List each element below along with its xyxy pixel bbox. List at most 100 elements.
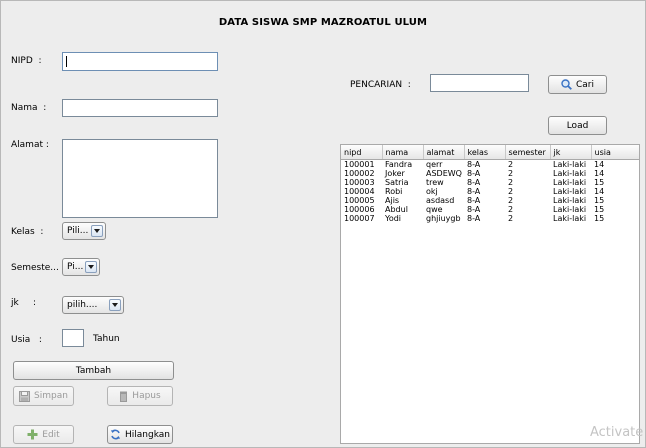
table-cell: 8-A	[467, 205, 481, 214]
hilangkan-button[interactable]: Hilangkan	[107, 425, 173, 444]
table-header-row: nipd nama alamat kelas semester jk usia	[341, 145, 639, 160]
activate-windows-watermark: Activate W	[590, 425, 646, 440]
nipd-label: NIPD :	[11, 56, 42, 66]
table-cell: 100007	[344, 214, 375, 223]
table-cell: 2	[508, 178, 514, 187]
cari-label: Cari	[576, 79, 594, 90]
usia-input[interactable]	[62, 329, 84, 347]
jk-selected: pilih....	[67, 300, 98, 310]
tahun-label: Tahun	[93, 334, 120, 344]
jk-label: jk :	[11, 298, 37, 308]
table-cell: 100002	[344, 169, 375, 178]
table-cell: 100003	[344, 178, 375, 187]
trash-icon	[120, 391, 128, 402]
table-cell: Laki-laki	[553, 205, 587, 214]
table-row[interactable]: 100005 Ajis asdasd 8-A 2 Laki-laki 15	[341, 196, 639, 205]
search-icon	[561, 79, 572, 90]
table-cell: 2	[508, 169, 514, 178]
kelas-selected: Pili...	[67, 226, 89, 236]
hapus-button[interactable]: Hapus	[107, 386, 173, 406]
table-row[interactable]: 100004 Robi okj 8-A 2 Laki-laki 14	[341, 187, 639, 196]
table-cell: asdasd	[426, 196, 455, 205]
table-cell: 14	[594, 160, 605, 169]
simpan-label: Simpan	[34, 391, 68, 401]
table-row[interactable]: 100002 Joker ASDEWQ 8-A 2 Laki-laki 14	[341, 169, 639, 178]
tambah-button[interactable]: Tambah	[13, 361, 174, 380]
table-cell: 8-A	[467, 160, 481, 169]
chevron-down-icon[interactable]	[91, 225, 103, 237]
table-cell: 100001	[344, 160, 375, 169]
column-header[interactable]: kelas	[464, 145, 506, 160]
usia-label: Usia :	[11, 335, 42, 345]
table-cell: 8-A	[467, 169, 481, 178]
jk-select[interactable]: pilih....	[62, 296, 124, 314]
nipd-input[interactable]	[62, 52, 218, 71]
table-cell: 2	[508, 160, 514, 169]
column-header[interactable]: nipd	[341, 145, 383, 160]
table-cell: Satria	[385, 178, 409, 187]
table-cell: 2	[508, 196, 514, 205]
column-header[interactable]: semester	[505, 145, 551, 160]
floppy-disk-icon	[19, 390, 31, 402]
table-cell: 100004	[344, 187, 375, 196]
edit-button[interactable]: Edit	[13, 425, 74, 444]
table-row[interactable]: 100006 Abdul qwe 8-A 2 Laki-laki 15	[341, 205, 639, 214]
table-cell: 15	[594, 205, 605, 214]
table-cell: 2	[508, 187, 514, 196]
table-cell: 8-A	[467, 178, 481, 187]
table-cell: 8-A	[467, 214, 481, 223]
text-caret	[66, 56, 67, 67]
table-cell: ghjiuygb	[426, 214, 461, 223]
nama-label: Nama :	[11, 103, 47, 113]
column-header[interactable]: jk	[550, 145, 592, 160]
table-row[interactable]: 100007 Yodi ghjiuygb 8-A 2 Laki-laki 15	[341, 214, 639, 223]
column-header[interactable]: nama	[382, 145, 424, 160]
table-cell: 15	[594, 214, 605, 223]
semester-select[interactable]: Pi...	[62, 258, 100, 276]
cari-button[interactable]: Cari	[548, 75, 607, 94]
table-cell: 2	[508, 205, 514, 214]
table-cell: Laki-laki	[553, 196, 587, 205]
kelas-select[interactable]: Pili...	[62, 222, 106, 240]
table-cell: Laki-laki	[553, 187, 587, 196]
alamat-textarea[interactable]	[62, 139, 218, 218]
chevron-down-icon[interactable]	[85, 261, 97, 273]
data-table: nipd nama alamat kelas semester jk usia …	[341, 145, 639, 223]
plus-icon	[27, 429, 38, 440]
table-cell: 8-A	[467, 187, 481, 196]
semester-selected: Pi...	[67, 262, 84, 272]
table-cell: Laki-laki	[553, 178, 587, 187]
page-title: DATA SISWA SMP MAZROATUL ULUM	[218, 17, 428, 28]
table-row[interactable]: 100001 Fandra qerr 8-A 2 Laki-laki 14	[341, 160, 639, 170]
table-cell: Yodi	[385, 214, 402, 223]
table-cell: ASDEWQ	[426, 169, 462, 178]
table-cell: Laki-laki	[553, 160, 587, 169]
table-cell: 100005	[344, 196, 375, 205]
table-cell: qwe	[426, 205, 443, 214]
table-cell: trew	[426, 178, 444, 187]
nama-input[interactable]	[62, 99, 218, 117]
column-header[interactable]: usia	[591, 145, 639, 160]
refresh-icon	[111, 429, 120, 440]
table-cell: Joker	[385, 169, 405, 178]
load-button[interactable]: Load	[548, 116, 607, 135]
table-cell: okj	[426, 187, 438, 196]
semester-label: Semeste...	[11, 263, 59, 273]
column-header[interactable]: alamat	[423, 145, 465, 160]
table-cell: 14	[594, 169, 605, 178]
table-cell: Laki-laki	[553, 214, 587, 223]
table-cell: Fandra	[385, 160, 413, 169]
search-input[interactable]	[430, 74, 529, 92]
table-cell: 15	[594, 178, 605, 187]
kelas-label: Kelas :	[11, 227, 44, 237]
student-table[interactable]: nipd nama alamat kelas semester jk usia …	[340, 144, 640, 444]
table-row[interactable]: 100003 Satria trew 8-A 2 Laki-laki 15	[341, 178, 639, 187]
chevron-down-icon[interactable]	[109, 299, 121, 311]
edit-label: Edit	[42, 429, 60, 440]
simpan-button[interactable]: Simpan	[13, 386, 74, 406]
table-cell: Ajis	[385, 196, 400, 205]
hilangkan-label: Hilangkan	[125, 429, 170, 440]
table-cell: 2	[508, 214, 514, 223]
table-cell: 8-A	[467, 196, 481, 205]
table-cell: 100006	[344, 205, 375, 214]
